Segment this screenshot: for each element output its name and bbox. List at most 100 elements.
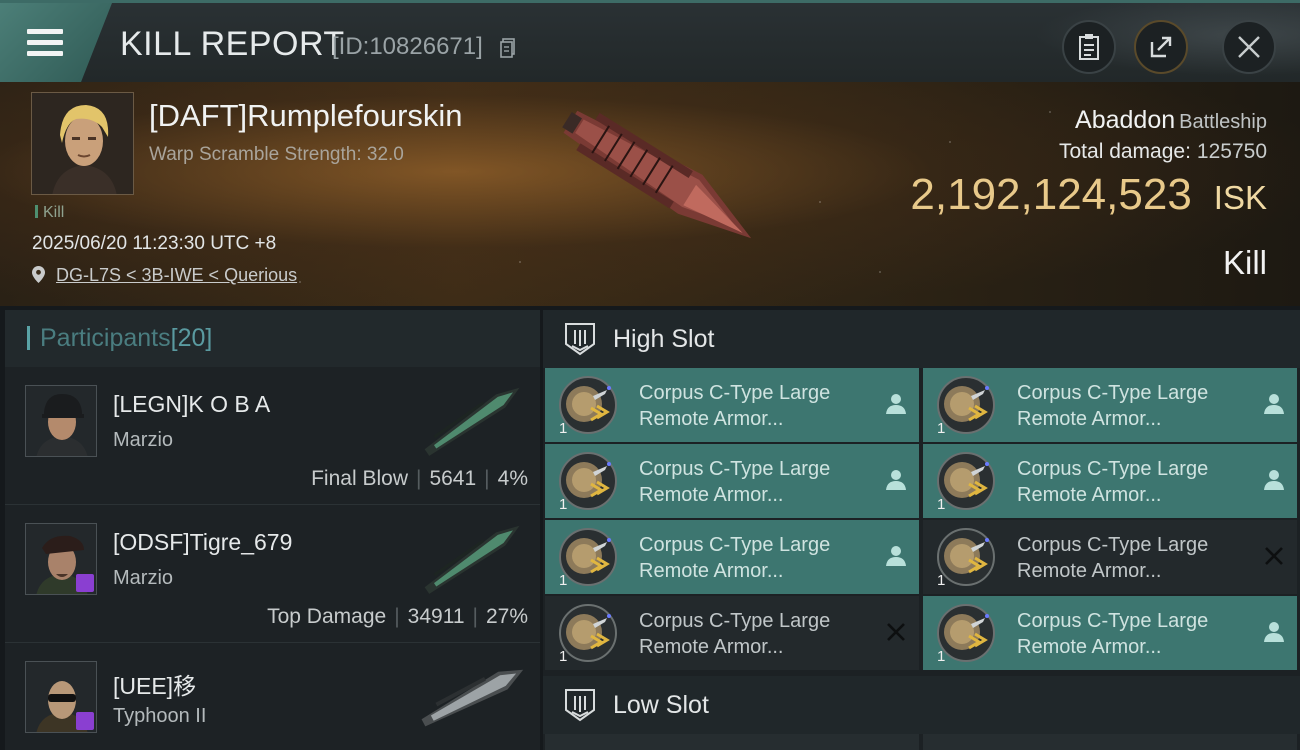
participant-name: [UEE]移: [113, 673, 197, 699]
participant-percent: 27%: [485, 605, 528, 628]
header-accent-bar: [27, 326, 30, 350]
close-button[interactable]: [1222, 20, 1276, 74]
location-pin-icon: [32, 266, 45, 283]
isk-unit: ISK: [1213, 179, 1267, 216]
module-name: Corpus C-Type Large Remote Armor...: [639, 380, 879, 432]
kill-result: Kill: [1222, 244, 1267, 281]
participant-avatar[interactable]: [25, 661, 97, 733]
participant-avatar[interactable]: [25, 523, 97, 595]
module-name-line2: Remote Armor...: [639, 408, 784, 430]
participants-panel: Participants[20] [LEGN]K O B A Marzio Fi…: [5, 310, 540, 750]
hamburger-icon: [27, 29, 63, 57]
module-name: Corpus C-Type Large Remote Armor...: [1017, 532, 1257, 584]
clipboard-icon: [1079, 34, 1099, 60]
module-quantity: 1: [937, 496, 946, 513]
module-name-line1: Corpus C-Type Large: [639, 534, 831, 556]
module-name-line2: Remote Armor...: [639, 560, 784, 582]
module-card[interactable]: 1 Corpus C-Type Large Remote Armor...: [545, 520, 919, 594]
low-slot-label: Low Slot: [613, 691, 709, 719]
participant-row[interactable]: [LEGN]K O B A Marzio Final Blow | 5641 | 4%: [5, 367, 540, 505]
participant-damage: 34911: [407, 605, 465, 628]
participant-ship: Marzio: [113, 567, 174, 589]
copy-icon[interactable]: [500, 38, 516, 58]
module-name: Corpus C-Type Large Remote Armor...: [1017, 456, 1257, 508]
share-icon: [1150, 36, 1172, 58]
dropped-person-icon: [885, 468, 907, 492]
participant-ship-image: [424, 525, 520, 594]
participants-title: Participants: [40, 324, 171, 352]
share-button[interactable]: [1134, 20, 1188, 74]
module-name-line1: Corpus C-Type Large: [639, 458, 831, 480]
participant-stats: Final Blow | 5641 | 4%: [311, 467, 528, 491]
module-name: Corpus C-Type Large Remote Armor...: [639, 608, 879, 660]
high-slot-header: High Slot: [543, 310, 1300, 368]
module-card[interactable]: 1 Corpus C-Type Large Remote Armor...: [545, 444, 919, 518]
destroyed-x-icon: [1263, 544, 1285, 568]
victim-ship-name: Abaddon: [1075, 106, 1176, 134]
participants-header: Participants[20]: [5, 310, 540, 367]
role-badge-icon: [76, 574, 94, 592]
victim-panel: [DAFT]Rumplefourskin Warp Scramble Stren…: [0, 82, 1300, 306]
stat-separator: |: [415, 467, 422, 490]
module-name-line1: Corpus C-Type Large: [1017, 534, 1209, 556]
participant-name: [ODSF]Tigre_679: [113, 529, 293, 555]
participant-avatar[interactable]: [25, 385, 97, 457]
location-text: DG-L7S < 3B-IWE < Querious: [56, 265, 298, 285]
module-name-line1: Corpus C-Type Large: [1017, 458, 1209, 480]
module-name: Corpus C-Type Large Remote Armor...: [1017, 380, 1257, 432]
low-slot-items: [545, 734, 1300, 750]
destroyed-x-icon: [885, 620, 907, 644]
low-slot-icon: [565, 689, 595, 722]
module-card[interactable]: 1 Corpus C-Type Large Remote Armor...: [923, 520, 1297, 594]
module-name-line2: Remote Armor...: [1017, 484, 1162, 506]
module-name: Corpus C-Type Large Remote Armor...: [639, 532, 879, 584]
participants-count: [20]: [170, 324, 213, 352]
module-card[interactable]: 1 Corpus C-Type Large Remote Armor...: [923, 368, 1297, 442]
report-id: [ID:10826671]: [332, 33, 483, 60]
close-icon: [1238, 36, 1260, 58]
low-slot-header: Low Slot: [543, 676, 1300, 734]
dropped-person-icon: [885, 544, 907, 568]
module-name-line2: Remote Armor...: [1017, 636, 1162, 658]
total-damage: Total damage: 125750: [1059, 140, 1267, 164]
stat-separator: |: [472, 605, 478, 628]
victim-ship-image[interactable]: [540, 96, 780, 276]
clipboard-button[interactable]: [1062, 20, 1116, 74]
module-quantity: 1: [559, 572, 568, 589]
module-quantity: 1: [559, 420, 568, 437]
role-badge-icon: [76, 712, 94, 730]
isk-value: 2,192,124,523 ISK: [910, 170, 1267, 220]
module-card[interactable]: 1 Corpus C-Type Large Remote Armor...: [545, 368, 919, 442]
participant-percent: 4%: [497, 467, 528, 490]
module-name: Corpus C-Type Large Remote Armor...: [639, 456, 879, 508]
victim-avatar-image: [32, 93, 133, 194]
participant-ship: Marzio: [113, 429, 174, 451]
victim-avatar[interactable]: [31, 92, 134, 195]
kill-datetime: 2025/06/20 11:23:30 UTC +8: [32, 233, 277, 254]
module-name-line2: Remote Armor...: [639, 484, 784, 506]
participant-ship-image: [424, 387, 520, 456]
participant-row[interactable]: [ODSF]Tigre_679 Marzio Top Damage | 34911 |…: [5, 505, 540, 643]
dropped-person-icon: [885, 392, 907, 416]
module-card[interactable]: 1 Corpus C-Type Large Remote Armor...: [923, 444, 1297, 518]
low-slot-module[interactable]: [923, 734, 1297, 750]
module-quantity: 1: [937, 572, 946, 589]
participant-stats: Top Damage | 34911 | 27%: [267, 605, 528, 629]
participant-ship-image: [421, 669, 524, 727]
module-name-line2: Remote Armor...: [1017, 560, 1162, 582]
module-name: Corpus C-Type Large Remote Armor...: [1017, 608, 1257, 660]
warp-scramble-strength: Warp Scramble Strength: 32.0: [149, 144, 404, 165]
participant-row[interactable]: [UEE]移 Typhoon II: [5, 643, 540, 750]
dropped-person-icon: [1263, 392, 1285, 416]
location-link[interactable]: DG-L7S < 3B-IWE < Querious: [32, 265, 297, 286]
menu-button[interactable]: [0, 3, 112, 83]
module-name-line1: Corpus C-Type Large: [1017, 382, 1209, 404]
stat-separator: |: [394, 605, 400, 628]
module-card[interactable]: 1 Corpus C-Type Large Remote Armor...: [923, 596, 1297, 670]
low-slot-module[interactable]: [545, 734, 919, 750]
victim-ship-class: Battleship: [1179, 111, 1267, 133]
participant-avatar-image: [26, 386, 96, 456]
module-name-line2: Remote Armor...: [639, 636, 784, 658]
module-card[interactable]: 1 Corpus C-Type Large Remote Armor...: [545, 596, 919, 670]
kill-tag: Kill: [35, 204, 64, 222]
